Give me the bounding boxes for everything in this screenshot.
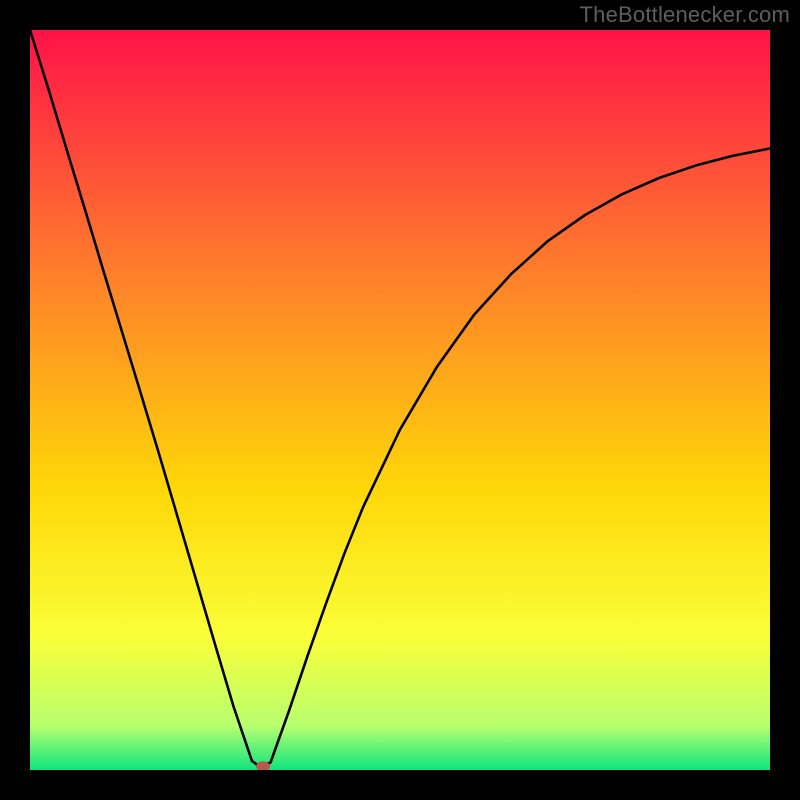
watermark-text: TheBottlenecker.com bbox=[580, 2, 790, 28]
chart-frame: TheBottlenecker.com bbox=[0, 0, 800, 800]
plot-area bbox=[30, 30, 770, 770]
gradient-background bbox=[30, 30, 770, 770]
chart-svg bbox=[30, 30, 770, 770]
